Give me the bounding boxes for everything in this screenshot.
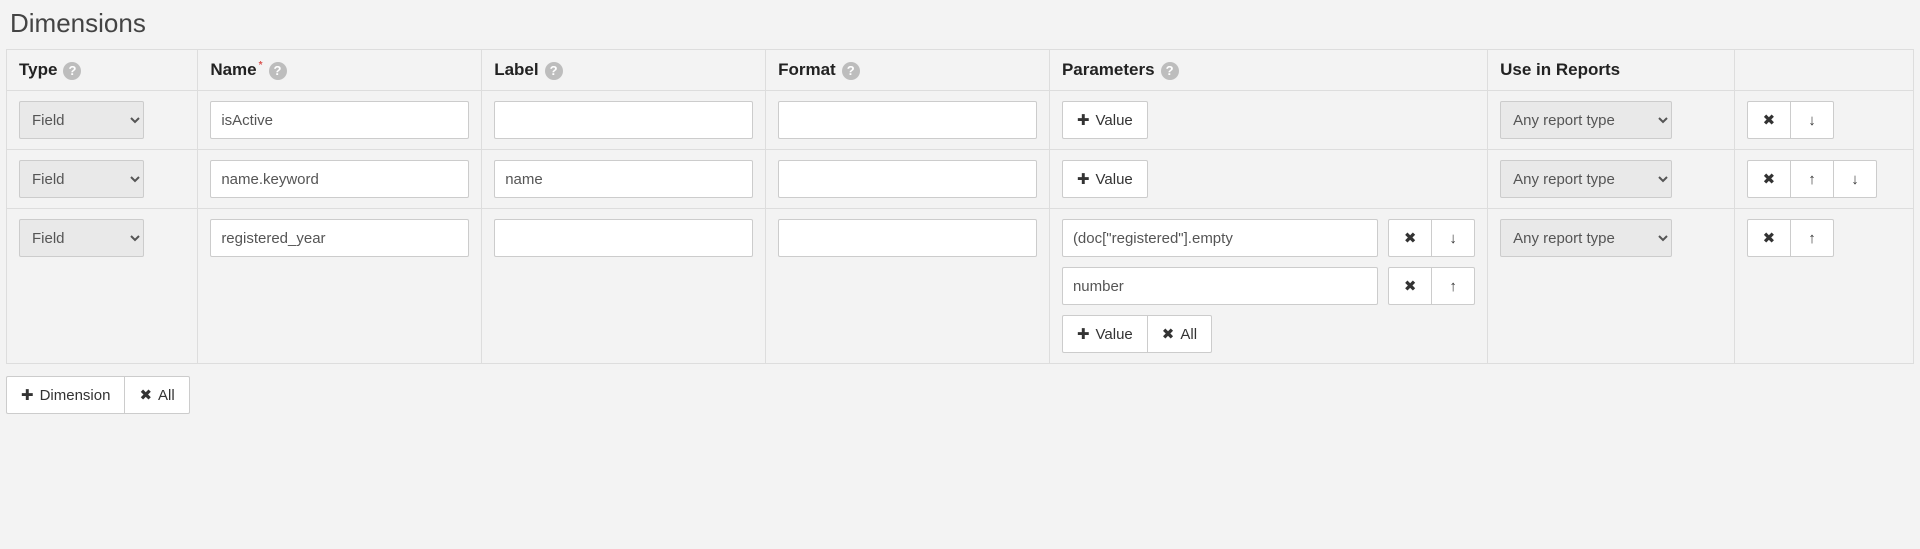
- plus-icon: ✚: [21, 386, 34, 404]
- add-parameter-button[interactable]: ✚Value: [1062, 101, 1148, 139]
- reports-select[interactable]: Any report type: [1500, 219, 1672, 257]
- move-row-up-button[interactable]: ↑: [1790, 160, 1834, 198]
- reports-select[interactable]: Any report type: [1500, 101, 1672, 139]
- plus-icon: ✚: [1077, 170, 1090, 188]
- close-icon: ✖: [1162, 325, 1175, 343]
- parameter-input[interactable]: [1062, 267, 1378, 305]
- help-icon[interactable]: ?: [545, 62, 563, 80]
- close-icon: ✖: [1763, 229, 1776, 247]
- remove-row-button[interactable]: ✖: [1747, 219, 1791, 257]
- col-header-format: Format?: [766, 50, 1050, 91]
- table-row: Field ✖ ↓ ✖ ↑ ✚Value✖All Any report type ✖ ↑: [7, 209, 1914, 364]
- close-icon: ✖: [139, 386, 152, 404]
- format-input[interactable]: [778, 101, 1037, 139]
- remove-row-button[interactable]: ✖: [1747, 101, 1791, 139]
- help-icon[interactable]: ?: [269, 62, 287, 80]
- arrow-up-icon: ↑: [1449, 278, 1457, 295]
- label-input[interactable]: [494, 219, 753, 257]
- format-input[interactable]: [778, 160, 1037, 198]
- remove-row-button[interactable]: ✖: [1747, 160, 1791, 198]
- table-row: Field ✚Value Any report type ✖ ↑ ↓: [7, 150, 1914, 209]
- help-icon[interactable]: ?: [1161, 62, 1179, 80]
- close-icon: ✖: [1763, 170, 1776, 188]
- clear-all-dimensions-button[interactable]: ✖ All: [124, 376, 189, 414]
- move-row-down-button[interactable]: ↓: [1833, 160, 1877, 198]
- move-row-down-button[interactable]: ↓: [1790, 101, 1834, 139]
- format-input[interactable]: [778, 219, 1037, 257]
- arrow-down-icon: ↓: [1808, 112, 1816, 129]
- name-input[interactable]: [210, 160, 469, 198]
- close-icon: ✖: [1404, 229, 1417, 247]
- add-dimension-button[interactable]: ✚ Dimension: [6, 376, 125, 414]
- col-header-type: Type?: [7, 50, 198, 91]
- add-parameter-button[interactable]: ✚Value: [1062, 160, 1148, 198]
- parameter-input[interactable]: [1062, 219, 1378, 257]
- arrow-up-icon: ↑: [1808, 171, 1816, 188]
- move-parameter-up-button[interactable]: ↑: [1431, 267, 1475, 305]
- col-header-name: Name*?: [198, 50, 482, 91]
- dimensions-table: Type? Name*? Label? Format? Parameters? …: [6, 49, 1914, 364]
- label-input[interactable]: [494, 160, 753, 198]
- name-input[interactable]: [210, 219, 469, 257]
- close-icon: ✖: [1763, 111, 1776, 129]
- help-icon[interactable]: ?: [842, 62, 860, 80]
- help-icon[interactable]: ?: [63, 62, 81, 80]
- col-header-reports: Use in Reports: [1488, 50, 1735, 91]
- remove-parameter-button[interactable]: ✖: [1388, 219, 1432, 257]
- plus-icon: ✚: [1077, 325, 1090, 343]
- type-select[interactable]: Field: [19, 160, 144, 198]
- table-row: Field ✚Value Any report type ✖ ↓: [7, 91, 1914, 150]
- arrow-up-icon: ↑: [1808, 230, 1816, 247]
- clear-parameters-button[interactable]: ✖All: [1147, 315, 1212, 353]
- col-header-label: Label?: [482, 50, 766, 91]
- arrow-down-icon: ↓: [1449, 230, 1457, 247]
- move-row-up-button[interactable]: ↑: [1790, 219, 1834, 257]
- page-title: Dimensions: [10, 8, 1914, 39]
- required-star: *: [259, 60, 263, 71]
- plus-icon: ✚: [1077, 111, 1090, 129]
- type-select[interactable]: Field: [19, 101, 144, 139]
- close-icon: ✖: [1404, 277, 1417, 295]
- label-input[interactable]: [494, 101, 753, 139]
- move-parameter-down-button[interactable]: ↓: [1431, 219, 1475, 257]
- remove-parameter-button[interactable]: ✖: [1388, 267, 1432, 305]
- col-header-actions: [1734, 50, 1913, 91]
- type-select[interactable]: Field: [19, 219, 144, 257]
- arrow-down-icon: ↓: [1851, 171, 1859, 188]
- reports-select[interactable]: Any report type: [1500, 160, 1672, 198]
- name-input[interactable]: [210, 101, 469, 139]
- col-header-parameters: Parameters?: [1049, 50, 1487, 91]
- add-parameter-button[interactable]: ✚Value: [1062, 315, 1148, 353]
